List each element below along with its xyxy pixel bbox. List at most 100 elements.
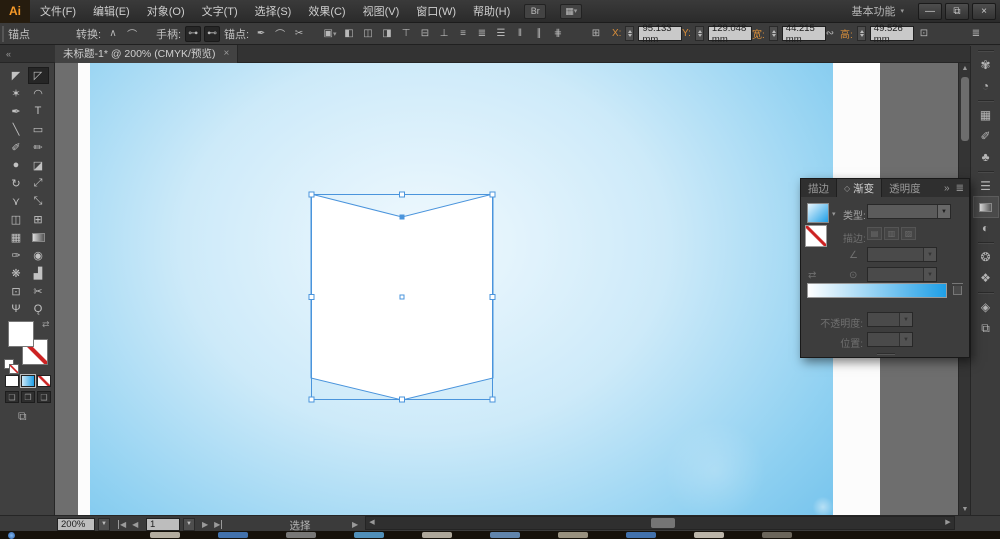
bridge-button[interactable]: Br — [524, 4, 546, 19]
stroke-gradient-within-icon[interactable]: ▤ — [867, 227, 882, 240]
collapse-tools-icon[interactable]: « — [0, 49, 55, 59]
screen-mode-icon[interactable]: ⧉ — [18, 409, 27, 424]
document-tab[interactable]: 未标题-1* @ 200% (CMYK/预览) × — [55, 45, 238, 63]
scroll-right-icon[interactable]: ▶ — [942, 517, 954, 529]
gradient-stroke-proxy[interactable] — [805, 225, 827, 247]
line-segment-tool[interactable]: ╲ — [6, 121, 27, 138]
distribute-vcenter-icon[interactable]: ≣ — [474, 26, 490, 42]
align-right-icon[interactable]: ◨ — [379, 26, 395, 42]
artboard-dropdown-icon[interactable]: ▼ — [183, 518, 195, 531]
restore-button[interactable]: ⧉ — [945, 3, 969, 20]
transparency-panel-icon[interactable]: ◐ — [974, 218, 998, 238]
align-middle-icon[interactable]: ⊟ — [417, 26, 433, 42]
type-tool[interactable]: T — [28, 103, 49, 120]
stroke-gradient-along-icon[interactable]: ▥ — [884, 227, 899, 240]
slice-tool[interactable]: ✂ — [28, 283, 49, 300]
next-artboard-icon[interactable]: ▶ — [202, 520, 208, 529]
artboard-number-field[interactable]: 1 — [146, 518, 180, 531]
workspace-switcher[interactable]: 基本功能▾ — [851, 3, 904, 19]
first-artboard-icon[interactable]: ◀ — [118, 520, 126, 529]
previous-artboard-icon[interactable]: ◀ — [132, 520, 138, 529]
artboard-tool[interactable]: ⊡ — [6, 283, 27, 300]
align-options-icon[interactable]: ▣▾ — [322, 26, 338, 42]
free-transform-tool[interactable]: ⤡ — [28, 193, 49, 210]
horizontal-scrollbar[interactable]: ◀ ▶ — [365, 516, 955, 530]
gradient-panel-icon[interactable] — [974, 197, 998, 217]
taskbar-app-icon[interactable] — [762, 532, 792, 538]
vertical-scroll-thumb[interactable] — [961, 77, 969, 141]
panel-cycle-icon[interactable]: ◇ — [844, 184, 850, 193]
height-field[interactable]: 49.526 mm — [870, 26, 914, 41]
menu-type[interactable]: 文字(T) — [202, 3, 238, 19]
x-stepper[interactable] — [625, 26, 634, 41]
gradient-tool[interactable] — [28, 229, 49, 246]
menu-object[interactable]: 对象(O) — [147, 3, 185, 19]
scale-tool[interactable]: ⤢ — [28, 175, 49, 192]
transform-panel-icon[interactable]: ⊞ — [588, 26, 604, 42]
fill-color-swatch[interactable] — [8, 321, 34, 347]
color-button[interactable] — [5, 375, 19, 387]
start-orb-icon[interactable] — [8, 532, 15, 539]
bounding-box-icon[interactable]: ⊡ — [916, 26, 932, 42]
menu-select[interactable]: 选择(S) — [255, 3, 292, 19]
menu-file[interactable]: 文件(F) — [40, 3, 76, 19]
eraser-tool[interactable]: ◪ — [28, 157, 49, 174]
width-tool[interactable]: ⋎ — [6, 193, 27, 210]
zoom-level-field[interactable]: 200% — [57, 518, 95, 531]
zoom-tool[interactable]: Ǫ — [28, 301, 49, 318]
convert-to-corner-icon[interactable]: ∧ — [105, 26, 121, 42]
taskbar-app-icon[interactable] — [286, 532, 316, 538]
rotate-tool[interactable]: ↻ — [6, 175, 27, 192]
selection-tool[interactable]: ◤ — [6, 67, 27, 84]
shape-builder-tool[interactable]: ◫ — [6, 211, 27, 228]
width-field[interactable]: 44.215 mm — [782, 26, 826, 41]
taskbar-app-icon[interactable] — [694, 532, 724, 538]
swatches-panel-icon[interactable]: ▦ — [974, 105, 998, 125]
windows-taskbar[interactable] — [0, 531, 1000, 539]
status-flyout-icon[interactable]: ▶ — [352, 520, 358, 529]
close-button[interactable]: × — [972, 3, 996, 20]
align-left-icon[interactable]: ◧ — [341, 26, 357, 42]
artboards-panel-icon[interactable]: ⧉ — [974, 318, 998, 338]
document-tab-close-icon[interactable]: × — [223, 48, 229, 59]
draw-inside-icon[interactable]: ❑ — [37, 391, 51, 403]
control-panel-menu-icon[interactable]: ≣ — [968, 26, 984, 42]
minimize-button[interactable]: — — [918, 3, 942, 20]
pencil-tool[interactable]: ✏ — [28, 139, 49, 156]
draw-behind-icon[interactable]: ❐ — [21, 391, 35, 403]
menu-effect[interactable]: 效果(C) — [308, 3, 345, 19]
perspective-grid-tool[interactable]: ⊞ — [28, 211, 49, 228]
none-button[interactable] — [37, 375, 51, 387]
lasso-tool[interactable]: ◠ — [28, 85, 49, 102]
blob-brush-tool[interactable]: ● — [6, 157, 27, 174]
cut-path-icon[interactable]: ✂ — [291, 26, 307, 42]
column-graph-tool[interactable]: ▟ — [28, 265, 49, 282]
gradient-type-dropdown[interactable]: ▼ — [867, 204, 951, 219]
show-handles-icon[interactable]: ⊶ — [185, 26, 201, 42]
taskbar-app-icon[interactable] — [626, 532, 656, 538]
default-fill-stroke-icon[interactable] — [4, 359, 14, 369]
taskbar-app-icon[interactable] — [150, 532, 180, 538]
last-artboard-icon[interactable]: ▶ — [214, 520, 222, 529]
magic-wand-tool[interactable]: ✶ — [6, 85, 27, 102]
swap-fill-stroke-icon[interactable]: ⇄ — [42, 319, 50, 330]
distribute-bottom-icon[interactable]: ☰ — [493, 26, 509, 42]
dropdown-caret-icon[interactable]: ▼ — [937, 205, 950, 218]
horizontal-scroll-thumb[interactable] — [651, 518, 675, 528]
rectangle-tool[interactable]: ▭ — [28, 121, 49, 138]
expand-panels-icon[interactable]: » — [944, 183, 950, 194]
arrange-documents-icon[interactable]: ▦▾ — [560, 4, 582, 19]
app-logo[interactable]: Ai — [0, 0, 30, 23]
eyedropper-tool[interactable]: ✑ — [6, 247, 27, 264]
symbol-sprayer-tool[interactable]: ❋ — [6, 265, 27, 282]
menu-window[interactable]: 窗口(W) — [416, 3, 456, 19]
appearance-panel-icon[interactable]: ❂ — [974, 247, 998, 267]
layers-panel-icon[interactable]: ◈ — [974, 297, 998, 317]
y-field[interactable]: 129.048 mm — [708, 26, 752, 41]
distribute-left-icon[interactable]: ‖ — [512, 26, 528, 42]
panel-resize-grip[interactable] — [877, 353, 895, 355]
x-field[interactable]: 95.133 mm — [638, 26, 682, 41]
distribute-right-icon[interactable]: ⋕ — [550, 26, 566, 42]
blend-tool[interactable]: ◉ — [28, 247, 49, 264]
hand-tool[interactable]: Ψ — [6, 301, 27, 318]
